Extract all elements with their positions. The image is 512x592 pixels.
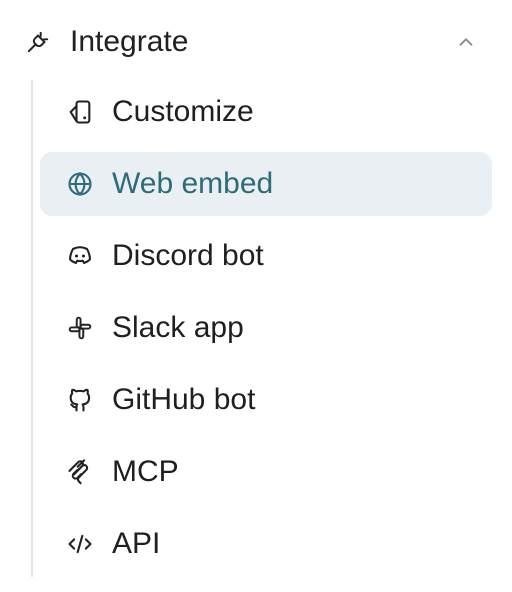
nav-item-label: Web embed — [112, 167, 274, 200]
nav-rail — [31, 80, 33, 577]
nav-item-discord-bot[interactable]: Discord bot — [40, 224, 492, 288]
customize-icon — [64, 96, 96, 128]
nav-item-api[interactable]: API — [40, 512, 492, 576]
nav-item-label: MCP — [112, 455, 179, 488]
collapse-button[interactable] — [452, 28, 480, 56]
integrate-section-header[interactable]: Integrate — [24, 18, 480, 66]
nav-item-label: Customize — [112, 95, 254, 128]
integrate-nav-list: Customize Web embed Discord bot Slack ap… — [40, 80, 492, 584]
nav-item-label: API — [112, 527, 161, 560]
globe-icon — [64, 168, 96, 200]
plug-icon — [24, 28, 52, 56]
nav-item-mcp[interactable]: MCP — [40, 440, 492, 504]
nav-item-label: GitHub bot — [112, 383, 256, 416]
discord-icon — [64, 240, 96, 272]
nav-item-github-bot[interactable]: GitHub bot — [40, 368, 492, 432]
nav-item-slack-app[interactable]: Slack app — [40, 296, 492, 360]
code-icon — [64, 528, 96, 560]
nav-item-label: Slack app — [112, 311, 244, 344]
integrate-sidebar-panel: Integrate Customize Web embed Discord bo… — [0, 0, 512, 592]
nav-item-customize[interactable]: Customize — [40, 80, 492, 144]
chevron-up-icon — [455, 31, 477, 53]
nav-item-web-embed[interactable]: Web embed — [40, 152, 492, 216]
github-icon — [64, 384, 96, 416]
mcp-icon — [64, 456, 96, 488]
slack-icon — [64, 312, 96, 344]
nav-item-label: Discord bot — [112, 239, 264, 272]
section-title: Integrate — [70, 25, 189, 58]
